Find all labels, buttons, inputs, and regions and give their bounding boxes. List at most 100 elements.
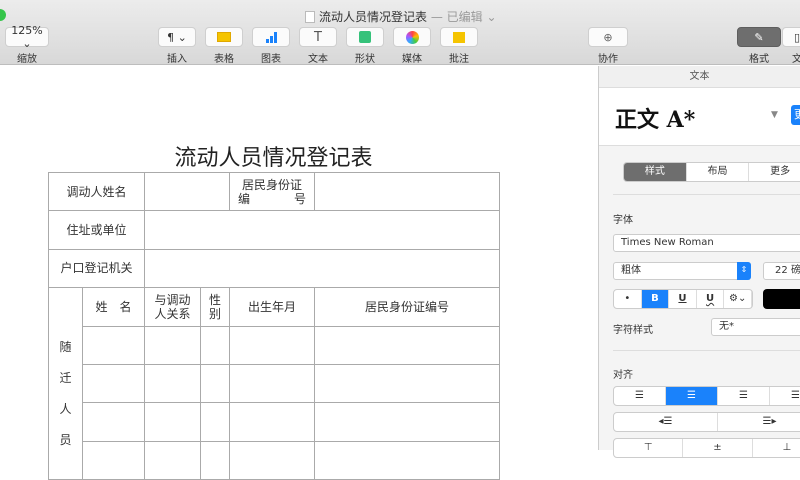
header-birth[interactable]: 出生年月	[229, 287, 316, 327]
id-label-hao: 号	[294, 191, 307, 206]
id-value-cell[interactable]	[314, 171, 501, 212]
cell[interactable]	[144, 325, 202, 365]
zoom-select[interactable]: 125% ⌄	[5, 24, 49, 50]
text-label: 文本	[308, 54, 328, 65]
tab-more[interactable]: 更多	[749, 163, 800, 181]
style-dropdown-icon[interactable]: ▼	[771, 110, 778, 120]
table-row	[49, 363, 501, 404]
name-value-cell[interactable]	[144, 171, 231, 212]
text-icon: T	[299, 27, 337, 47]
format-sidebar: 文本 正文 A* ▼ 更 样式 布局 更多 字体 Times New Roman…	[598, 66, 800, 458]
insert-button[interactable]: ¶ ⌄ 插入	[158, 27, 196, 65]
sidebar-tabs: 样式 布局 更多	[623, 162, 800, 182]
update-style-button[interactable]: 更	[791, 105, 800, 125]
table-icon	[217, 32, 231, 42]
cell[interactable]	[314, 363, 501, 404]
insert-icon[interactable]: ¶ ⌄	[158, 27, 196, 47]
address-value-cell[interactable]	[144, 210, 501, 250]
registration-table[interactable]: 调动人姓名 居民身份证编 号 住址或单位 户口登记机关 随迁人员 姓 名 与调动人…	[47, 171, 501, 480]
registry-label-cell[interactable]: 户口登记机关	[47, 248, 146, 289]
paintbrush-icon: ✎	[737, 27, 781, 47]
typeface-select[interactable]: 粗体 ⇕	[613, 262, 751, 280]
alignment-label: 对齐	[613, 370, 633, 381]
text-color-well[interactable]	[763, 289, 800, 309]
chart-button[interactable]: 图表	[252, 27, 290, 65]
zoom-label: 缩放	[17, 54, 37, 65]
cell[interactable]	[229, 363, 316, 404]
table-label: 表格	[214, 54, 234, 65]
char-style-select[interactable]: 无*	[711, 318, 800, 336]
document-heading[interactable]: 流动人员情况登记表	[48, 140, 499, 172]
paragraph-style-name[interactable]: 正文 A*	[615, 102, 695, 134]
document-button[interactable]: ▯ 文	[782, 27, 800, 65]
zoom-control[interactable]: 125% ⌄ 缩放	[5, 24, 49, 65]
registry-value-cell[interactable]	[144, 248, 501, 289]
table-row: 调动人姓名 居民身份证编 号	[47, 171, 501, 212]
decrease-indent-icon[interactable]: ◂☰	[614, 413, 718, 431]
cell[interactable]	[229, 402, 316, 442]
char-style-label: 字符样式	[613, 325, 653, 336]
gear-icon[interactable]: ⚙⌄	[724, 290, 752, 308]
media-button[interactable]: 媒体	[393, 27, 431, 65]
bullet-button[interactable]: •	[614, 290, 642, 308]
cell[interactable]	[314, 325, 501, 365]
accompanying-persons-cell[interactable]: 随迁人员	[48, 287, 83, 480]
collaborate-button[interactable]: ⊕ 协作	[588, 27, 628, 65]
format-button[interactable]: ✎ 格式	[737, 27, 781, 65]
cell[interactable]	[81, 325, 146, 365]
cell[interactable]	[200, 325, 231, 365]
header-name[interactable]: 姓 名	[81, 287, 146, 327]
window-zoom-button[interactable]	[0, 9, 6, 21]
align-top-icon[interactable]: ⊤	[614, 439, 684, 457]
header-gender[interactable]: 性别	[200, 287, 231, 327]
name-label-cell[interactable]: 调动人姓名	[47, 171, 146, 212]
cell[interactable]	[81, 440, 146, 480]
cell[interactable]	[81, 363, 146, 404]
bold-button[interactable]: B	[641, 290, 670, 308]
photos-icon	[405, 30, 419, 44]
format-label: 格式	[749, 54, 769, 65]
align-bottom-icon[interactable]: ⊥	[753, 439, 800, 457]
header-relation[interactable]: 与调动人关系	[144, 287, 202, 327]
edited-status: — 已编辑 ⌄	[430, 10, 497, 24]
stepper-icon[interactable]: ⇕	[737, 262, 751, 280]
cell[interactable]	[81, 402, 146, 442]
tab-layout[interactable]: 布局	[687, 163, 750, 181]
cell[interactable]	[144, 363, 202, 404]
shape-icon	[359, 31, 371, 43]
increase-indent-icon[interactable]: ☰▸	[718, 413, 800, 431]
paragraph-style-row[interactable]: 正文 A* ▼ 更	[599, 88, 800, 146]
id-label-cell[interactable]: 居民身份证编 号	[229, 171, 316, 212]
cell[interactable]	[229, 440, 316, 480]
header-id[interactable]: 居民身份证编号	[314, 287, 501, 327]
shape-button[interactable]: 形状	[346, 27, 384, 65]
cell[interactable]	[200, 363, 231, 404]
font-size-field[interactable]: 22 磅	[763, 262, 800, 280]
underline-button[interactable]: U	[669, 290, 697, 308]
cell[interactable]	[229, 325, 316, 365]
text-button[interactable]: T 文本	[299, 27, 337, 65]
comment-button[interactable]: 批注	[440, 27, 478, 65]
tab-style[interactable]: 样式	[624, 163, 687, 181]
cell[interactable]	[144, 402, 202, 442]
window-title[interactable]: 流动人员情况登记表 — 已编辑 ⌄	[305, 8, 497, 25]
align-right-icon[interactable]: ☰	[718, 387, 770, 405]
address-label-cell[interactable]: 住址或单位	[47, 210, 146, 250]
table-button[interactable]: 表格	[205, 27, 243, 65]
indent-buttons: ◂☰ ☰▸	[613, 412, 800, 432]
justify-icon[interactable]: ☰	[770, 387, 800, 405]
typeface-value: 粗体	[621, 265, 641, 276]
cell[interactable]	[314, 402, 501, 442]
align-left-icon[interactable]: ☰	[614, 387, 666, 405]
font-family-select[interactable]: Times New Roman	[613, 234, 800, 252]
shape-label: 形状	[355, 54, 375, 65]
strikethrough-button[interactable]: U	[697, 290, 725, 308]
side-char: 员	[59, 433, 72, 448]
text-format-buttons: • B U U ⚙⌄	[613, 289, 753, 309]
cell[interactable]	[314, 440, 501, 480]
cell[interactable]	[200, 440, 231, 480]
align-middle-icon[interactable]: ±	[683, 439, 753, 457]
cell[interactable]	[144, 440, 202, 480]
cell[interactable]	[200, 402, 231, 442]
align-center-icon[interactable]: ☰	[666, 387, 718, 405]
